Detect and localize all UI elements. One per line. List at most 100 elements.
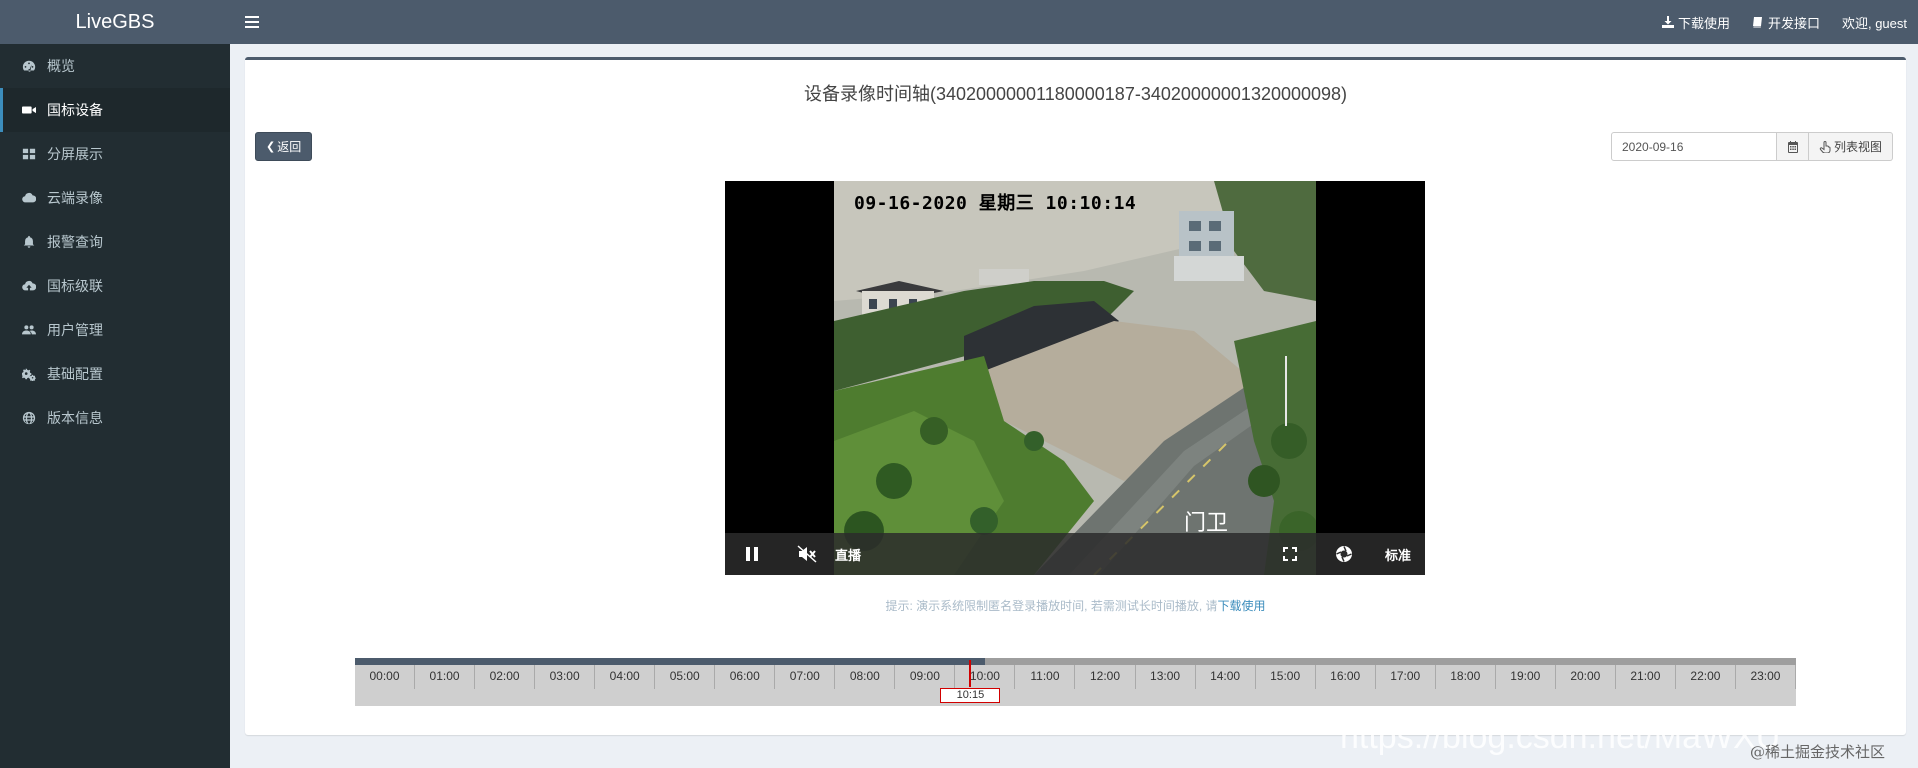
sidebar-item-user-management[interactable]: 用户管理 [0, 308, 230, 352]
user-menu[interactable]: 欢迎, guest [1831, 0, 1918, 44]
date-input[interactable] [1611, 132, 1777, 161]
date-picker-group: 列表视图 [1611, 132, 1894, 161]
sidebar-toggle-button[interactable] [230, 0, 274, 44]
sidebar-item-label: 云端录像 [47, 190, 103, 206]
timeline-hour-label: 16:00 [1316, 665, 1376, 689]
timeline-hour-label: 03:00 [535, 665, 596, 689]
timeline-hour-label: 13:00 [1136, 665, 1196, 689]
mute-button[interactable] [779, 533, 835, 575]
timeline-hour-label: 15:00 [1256, 665, 1316, 689]
sidebar-item-gb-cascade[interactable]: 国标级联 [0, 264, 230, 308]
sidebar-item-label: 基础配置 [47, 366, 103, 382]
pause-button[interactable] [725, 533, 779, 575]
timeline-hour-label: 21:00 [1616, 665, 1676, 689]
volume-muted-icon [797, 545, 817, 563]
back-button[interactable]: ❮ 返回 [255, 132, 313, 161]
chevron-left-icon: ❮ [266, 141, 276, 153]
sidebar-item-label: 用户管理 [47, 322, 103, 338]
list-view-button[interactable]: 列表视图 [1809, 132, 1894, 161]
sidebar-item-cloud-recording[interactable]: 云端录像 [0, 176, 230, 220]
content-box: 设备录像时间轴(34020000001180000187-34020000001… [245, 57, 1906, 735]
cloud-upload-icon [21, 278, 37, 294]
timeline-hour-label: 04:00 [595, 665, 656, 689]
timeline-hour-label: 23:00 [1736, 665, 1796, 689]
download-label: 下载使用 [1677, 15, 1730, 31]
osd-timestamp: 09-16-2020 星期三 10:10:14 [854, 193, 1137, 214]
api-docs-label: 开发接口 [1767, 15, 1820, 31]
grid-icon [21, 146, 37, 162]
timeline-cursor[interactable] [969, 660, 972, 687]
timeline-hour-label: 01:00 [415, 665, 476, 689]
watermark-url: https://blog.csdn.net/MaWXU [1340, 718, 1781, 756]
sidebar: LiveGBS 概览 国标设备 分屏展示 云端录像 报警查询 国标级联 用户管理… [0, 0, 230, 768]
hint-download-link[interactable]: 下载使用 [1218, 599, 1266, 613]
timeline-hour-label: 11:00 [1015, 665, 1076, 689]
sidebar-item-version-info[interactable]: 版本信息 [0, 396, 230, 440]
calendar-button[interactable] [1777, 132, 1809, 161]
back-label: 返回 [277, 140, 302, 154]
timeline-hour-label: 07:00 [775, 665, 836, 689]
download-link[interactable]: 下载使用 [1651, 0, 1741, 44]
hand-pointer-icon [1819, 140, 1831, 153]
sidebar-item-label: 概览 [47, 58, 75, 74]
sidebar-item-basic-config[interactable]: 基础配置 [0, 352, 230, 396]
timeline-hour-label: 17:00 [1376, 665, 1436, 689]
hamburger-icon [245, 16, 259, 28]
snapshot-button[interactable] [1317, 533, 1371, 575]
quality-selector[interactable]: 标准 [1371, 533, 1425, 575]
sidebar-menu: 概览 国标设备 分屏展示 云端录像 报警查询 国标级联 用户管理 基础配置 版本… [0, 44, 230, 440]
timeline-hour-label: 02:00 [475, 665, 536, 689]
welcome-label: 欢迎, guest [1841, 15, 1907, 31]
sidebar-item-label: 国标级联 [47, 278, 103, 294]
hint-message: 提示: 演示系统限制匿名登录播放时间, 若需测试长时间播放, 请 [885, 599, 1218, 613]
top-navbar: 下载使用 开发接口 欢迎, guest [230, 0, 1918, 44]
camera-aperture-icon [1336, 546, 1352, 562]
watermark-community: @稀土掘金技术社区 [1750, 743, 1886, 761]
timeline-hour-label: 12:00 [1076, 665, 1136, 689]
timeline-hour-label: 10:00 [955, 665, 1016, 689]
video-player[interactable]: 09-16-2020 星期三 10:10:14 门卫 直播 标准 [725, 181, 1425, 575]
sidebar-item-gb-devices[interactable]: 国标设备 [0, 88, 230, 132]
sidebar-item-label: 分屏展示 [47, 146, 103, 162]
timeline-hour-label: 19:00 [1496, 665, 1556, 689]
users-icon [21, 322, 37, 338]
player-controls: 直播 标准 [725, 533, 1425, 575]
live-label[interactable]: 直播 [835, 533, 875, 575]
timeline-recorded-segment[interactable] [355, 658, 986, 665]
recording-timeline[interactable]: 00:00 01:00 02:00 03:00 04:00 05:00 06:00 07:00… [355, 658, 1796, 706]
calendar-icon [1787, 140, 1798, 153]
timeline-hour-label: 00:00 [355, 665, 416, 689]
gears-icon [21, 366, 37, 382]
timeline-hour-label: 06:00 [715, 665, 776, 689]
globe-icon [21, 410, 37, 426]
list-view-label: 列表视图 [1834, 140, 1883, 154]
fullscreen-icon [1283, 547, 1297, 561]
download-icon [1661, 16, 1674, 28]
navbar-right: 下载使用 开发接口 欢迎, guest [1651, 0, 1918, 44]
pause-icon [746, 547, 758, 561]
hint-text: 提示: 演示系统限制匿名登录播放时间, 若需测试长时间播放, 请下载使用 [245, 597, 1906, 614]
api-docs-link[interactable]: 开发接口 [1741, 0, 1831, 44]
cloud-icon [21, 190, 37, 206]
sidebar-item-label: 版本信息 [47, 410, 103, 426]
sidebar-item-alarm-query[interactable]: 报警查询 [0, 220, 230, 264]
timeline-cursor-label: 10:15 [940, 688, 1001, 703]
fullscreen-button[interactable] [1263, 533, 1317, 575]
bell-icon [21, 234, 37, 250]
video-frame: 09-16-2020 星期三 10:10:14 门卫 [834, 181, 1316, 575]
sidebar-item-split-screen[interactable]: 分屏展示 [0, 132, 230, 176]
app-logo[interactable]: LiveGBS [0, 0, 230, 44]
timeline-hour-label: 22:00 [1676, 665, 1736, 689]
camera-scene-image [834, 181, 1316, 575]
timeline-hour-label: 08:00 [835, 665, 896, 689]
timeline-hour-label: 14:00 [1196, 665, 1256, 689]
dashboard-icon [21, 58, 37, 74]
sidebar-item-label: 国标设备 [47, 102, 103, 118]
page-title: 设备录像时间轴(34020000001180000187-34020000001… [803, 84, 1348, 104]
timeline-hour-label: 09:00 [895, 665, 956, 689]
timeline-hour-label: 20:00 [1556, 665, 1616, 689]
timeline-hour-label: 05:00 [655, 665, 716, 689]
sidebar-item-overview[interactable]: 概览 [0, 44, 230, 88]
video-camera-icon [21, 102, 37, 118]
book-icon [1752, 17, 1762, 28]
